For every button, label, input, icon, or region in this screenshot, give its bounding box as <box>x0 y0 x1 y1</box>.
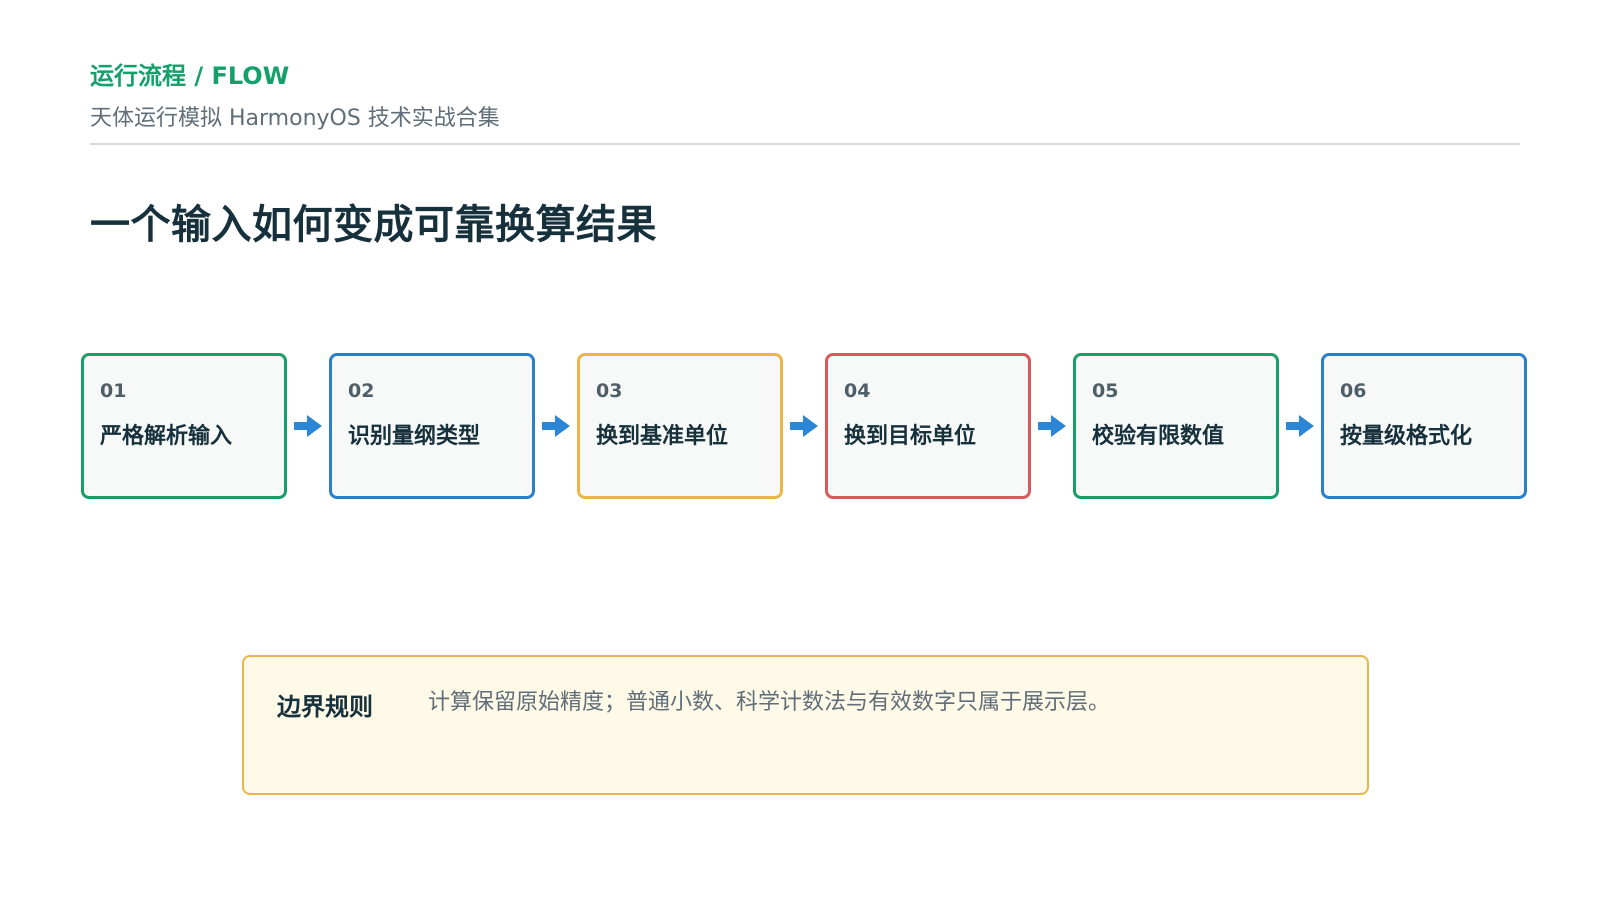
flow-step-label: 换到基准单位 <box>596 424 729 449</box>
arrow-right-icon <box>542 415 570 437</box>
section-kicker: 运行流程 / FLOW <box>90 62 290 90</box>
page-title: 一个输入如何变成可靠换算结果 <box>90 202 657 248</box>
flow-step-label: 校验有限数值 <box>1092 424 1225 449</box>
flow-step-04: 04 换到目标单位 <box>825 353 1031 499</box>
flow-step-number: 06 <box>1340 380 1367 402</box>
arrow-right-icon <box>790 415 818 437</box>
flow-step-label: 按量级格式化 <box>1340 424 1473 449</box>
slide: 运行流程 / FLOW 天体运行模拟 HarmonyOS 技术实战合集 一个输入… <box>0 0 1600 900</box>
flow-step-number: 02 <box>348 380 375 402</box>
boundary-rule-label: 边界规则 <box>277 693 373 721</box>
flow-diagram: 01 严格解析输入 02 识别量纲类型 03 换到基准单位 04 换到目标单位 05 校验有限数值… <box>81 353 1541 503</box>
flow-step-number: 01 <box>100 380 127 402</box>
flow-step-03: 03 换到基准单位 <box>577 353 783 499</box>
arrow-right-icon <box>294 415 322 437</box>
boundary-rule-box: 边界规则 计算保留原始精度；普通小数、科学计数法与有效数字只属于展示层。 <box>242 655 1369 795</box>
flow-step-number: 05 <box>1092 380 1119 402</box>
flow-step-label: 严格解析输入 <box>100 424 233 449</box>
flow-step-label: 识别量纲类型 <box>348 424 481 449</box>
series-subtitle: 天体运行模拟 HarmonyOS 技术实战合集 <box>90 106 500 131</box>
boundary-rule-text: 计算保留原始精度；普通小数、科学计数法与有效数字只属于展示层。 <box>428 690 1111 715</box>
flow-step-01: 01 严格解析输入 <box>81 353 287 499</box>
flow-step-number: 04 <box>844 380 871 402</box>
flow-step-05: 05 校验有限数值 <box>1073 353 1279 499</box>
flow-step-label: 换到目标单位 <box>844 424 977 449</box>
header-divider <box>90 143 1520 145</box>
arrow-right-icon <box>1038 415 1066 437</box>
flow-step-number: 03 <box>596 380 623 402</box>
flow-step-06: 06 按量级格式化 <box>1321 353 1527 499</box>
arrow-right-icon <box>1286 415 1314 437</box>
flow-step-02: 02 识别量纲类型 <box>329 353 535 499</box>
